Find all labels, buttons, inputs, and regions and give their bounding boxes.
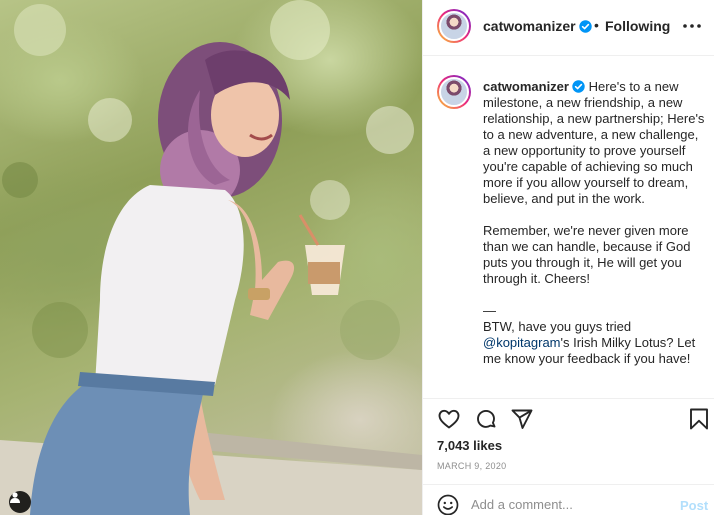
header-separator: • [594,17,599,33]
heart-icon[interactable] [437,407,461,431]
mention-link[interactable]: @kopitagram [483,335,561,350]
user-icon [10,492,20,503]
caption-area: catwomanizer Here's to a new milestone, … [423,57,714,397]
caption-paragraph-3-prefix: BTW, have you guys tried [483,319,632,334]
comment-icon[interactable] [474,407,498,431]
bookmark-icon[interactable] [688,407,710,431]
post-date[interactable]: MARCH 9, 2020 [437,461,506,471]
smiley-icon[interactable] [437,494,459,515]
verified-badge-icon [578,20,592,33]
header-username[interactable]: catwomanizer [483,18,592,34]
post-side-panel: catwomanizer • Following catwomanizer He… [422,0,714,515]
post-header: catwomanizer • Following [423,0,714,56]
post-photo-illustration [0,0,422,515]
caption-paragraph-2: Remember, we're never given more than we… [483,223,691,286]
action-bar [423,398,714,438]
more-horizontal-icon[interactable] [681,15,703,37]
header-username-text[interactable]: catwomanizer [483,18,576,34]
caption-paragraph-1: Here's to a new milestone, a new friends… [483,79,705,206]
likes-count[interactable]: 7,043 likes [437,438,502,453]
paper-plane-icon[interactable] [510,407,534,431]
post-photo[interactable] [0,0,422,515]
caption-text: catwomanizer Here's to a new milestone, … [483,79,705,367]
caption-dash: — [483,303,496,318]
avatar[interactable] [437,9,471,43]
post-button[interactable]: Post [680,498,708,513]
comment-box: Post [423,484,714,515]
caption-username[interactable]: catwomanizer [483,79,569,94]
caption-avatar[interactable] [437,75,471,109]
verified-badge-icon [572,80,585,93]
following-button[interactable]: Following [605,18,670,34]
tagged-users-button[interactable] [9,491,31,513]
comment-input[interactable] [471,495,661,513]
